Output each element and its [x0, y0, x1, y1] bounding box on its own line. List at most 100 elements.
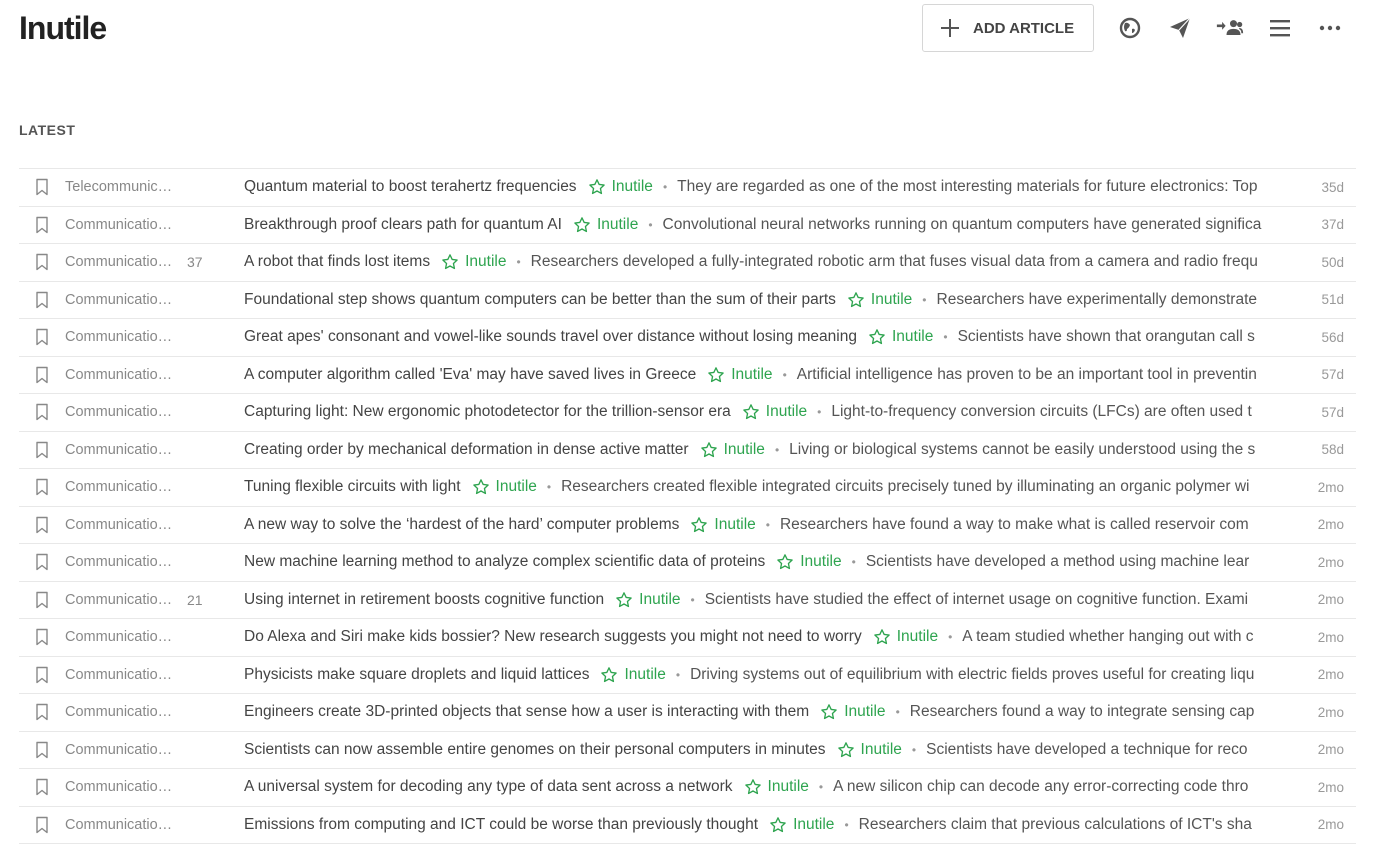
star-icon[interactable] — [769, 816, 787, 834]
bookmark-icon[interactable] — [35, 366, 49, 384]
bookmark-icon[interactable] — [35, 703, 49, 721]
article-row[interactable]: Communicatio… A computer algorithm called… — [19, 357, 1356, 394]
article-feed[interactable]: Inutile — [844, 703, 885, 721]
article-row[interactable]: Communicatio… A universal system for deco… — [19, 769, 1356, 807]
article-source[interactable]: Communicatio… — [65, 404, 180, 420]
article-source[interactable]: Communicatio… — [65, 592, 180, 608]
article-source[interactable]: Communicatio… — [65, 442, 180, 458]
bookmark-icon[interactable] — [35, 591, 49, 609]
article-source[interactable]: Communicatio… — [65, 554, 180, 570]
article-title[interactable]: New machine learning method to analyze c… — [244, 553, 765, 571]
article-row[interactable]: Communicatio… Capturing light: New ergono… — [19, 394, 1356, 432]
article-source[interactable]: Telecommunic… — [65, 179, 180, 195]
article-feed[interactable]: Inutile — [496, 478, 537, 496]
article-row[interactable]: Communicatio… Tuning flexible circuits wi… — [19, 469, 1356, 507]
star-icon[interactable] — [776, 553, 794, 571]
article-row[interactable]: Communicatio… A new way to solve the ‘har… — [19, 507, 1356, 544]
article-feed[interactable]: Inutile — [612, 178, 653, 196]
article-feed[interactable]: Inutile — [731, 366, 772, 384]
article-title[interactable]: Breakthrough proof clears path for quant… — [244, 216, 562, 234]
bookmark-icon[interactable] — [35, 403, 49, 421]
bookmark-icon[interactable] — [35, 516, 49, 534]
article-title[interactable]: Great apes' consonant and vowel-like sou… — [244, 328, 857, 346]
star-icon[interactable] — [472, 478, 490, 496]
star-icon[interactable] — [742, 403, 760, 421]
article-title[interactable]: Creating order by mechanical deformation… — [244, 441, 689, 459]
bookmark-icon[interactable] — [35, 291, 49, 309]
article-title[interactable]: A computer algorithm called 'Eva' may ha… — [244, 366, 696, 384]
article-feed[interactable]: Inutile — [871, 291, 912, 309]
article-row[interactable]: Communicatio… Engineers create 3D-printed… — [19, 694, 1356, 732]
article-content[interactable]: Quantum material to boost terahertz freq… — [244, 178, 1302, 196]
send-icon[interactable] — [1166, 14, 1194, 42]
article-row[interactable]: Communicatio… Foundational step shows qua… — [19, 282, 1356, 319]
bookmark-icon[interactable] — [35, 816, 49, 834]
menu-icon[interactable] — [1266, 14, 1294, 42]
star-icon[interactable] — [600, 666, 618, 684]
article-source[interactable]: Communicatio… — [65, 217, 180, 233]
article-title[interactable]: Foundational step shows quantum computer… — [244, 291, 836, 309]
article-feed[interactable]: Inutile — [639, 591, 680, 609]
article-feed[interactable]: Inutile — [714, 516, 755, 534]
star-icon[interactable] — [441, 253, 459, 271]
article-content[interactable]: Scientists can now assemble entire genom… — [244, 741, 1302, 759]
star-icon[interactable] — [837, 741, 855, 759]
article-title[interactable]: Capturing light: New ergonomic photodete… — [244, 403, 731, 421]
article-title[interactable]: A robot that finds lost items — [244, 253, 430, 271]
article-content[interactable]: Foundational step shows quantum computer… — [244, 291, 1302, 309]
star-icon[interactable] — [588, 178, 606, 196]
article-source[interactable]: Communicatio… — [65, 367, 180, 383]
article-title[interactable]: Using internet in retirement boosts cogn… — [244, 591, 604, 609]
star-icon[interactable] — [744, 778, 762, 796]
article-content[interactable]: Great apes' consonant and vowel-like sou… — [244, 328, 1302, 346]
article-feed[interactable]: Inutile — [892, 328, 933, 346]
article-content[interactable]: New machine learning method to analyze c… — [244, 553, 1302, 571]
bookmark-icon[interactable] — [35, 441, 49, 459]
article-feed[interactable]: Inutile — [768, 778, 809, 796]
article-source[interactable]: Communicatio… — [65, 704, 180, 720]
article-title[interactable]: Do Alexa and Siri make kids bossier? New… — [244, 628, 862, 646]
article-row[interactable]: Communicatio… Great apes' consonant and v… — [19, 319, 1356, 357]
article-title[interactable]: Quantum material to boost terahertz freq… — [244, 178, 577, 196]
star-icon[interactable] — [847, 291, 865, 309]
article-source[interactable]: Communicatio… — [65, 629, 180, 645]
article-content[interactable]: A robot that finds lost items Inutile • Res… — [244, 253, 1302, 271]
star-icon[interactable] — [615, 591, 633, 609]
article-feed[interactable]: Inutile — [793, 816, 834, 834]
article-feed[interactable]: Inutile — [724, 441, 765, 459]
article-content[interactable]: Using internet in retirement boosts cogn… — [244, 591, 1302, 609]
bookmark-icon[interactable] — [35, 741, 49, 759]
article-row[interactable]: Communicatio… Do Alexa and Siri make kids… — [19, 619, 1356, 657]
article-content[interactable]: Emissions from computing and ICT could b… — [244, 816, 1302, 834]
article-feed[interactable]: Inutile — [800, 553, 841, 571]
article-title[interactable]: A universal system for decoding any type… — [244, 778, 733, 796]
article-title[interactable]: Scientists can now assemble entire genom… — [244, 741, 826, 759]
article-feed[interactable]: Inutile — [766, 403, 807, 421]
article-source[interactable]: Communicatio… — [65, 779, 180, 795]
article-content[interactable]: Tuning flexible circuits with light Inuti… — [244, 478, 1302, 496]
star-icon[interactable] — [820, 703, 838, 721]
article-content[interactable]: Creating order by mechanical deformation… — [244, 441, 1302, 459]
bookmark-icon[interactable] — [35, 216, 49, 234]
article-title[interactable]: A new way to solve the ‘hardest of the h… — [244, 516, 679, 534]
article-title[interactable]: Engineers create 3D-printed objects that… — [244, 703, 809, 721]
bookmark-icon[interactable] — [35, 478, 49, 496]
article-title[interactable]: Tuning flexible circuits with light — [244, 478, 461, 496]
article-feed[interactable]: Inutile — [861, 741, 902, 759]
article-source[interactable]: Communicatio… — [65, 517, 180, 533]
article-content[interactable]: Engineers create 3D-printed objects that… — [244, 703, 1302, 721]
article-feed[interactable]: Inutile — [897, 628, 938, 646]
article-source[interactable]: Communicatio… — [65, 254, 180, 270]
article-feed[interactable]: Inutile — [624, 666, 665, 684]
article-source[interactable]: Communicatio… — [65, 667, 180, 683]
article-content[interactable]: Do Alexa and Siri make kids bossier? New… — [244, 628, 1302, 646]
article-row[interactable]: Communicatio… Breakthrough proof clears p… — [19, 207, 1356, 244]
article-title[interactable]: Emissions from computing and ICT could b… — [244, 816, 758, 834]
article-source[interactable]: Communicatio… — [65, 329, 180, 345]
article-row[interactable]: Telecommunic… Quantum material to boost t… — [19, 169, 1356, 207]
add-article-button[interactable]: ADD ARTICLE — [922, 4, 1094, 52]
globe-icon[interactable] — [1116, 14, 1144, 42]
star-icon[interactable] — [873, 628, 891, 646]
bookmark-icon[interactable] — [35, 553, 49, 571]
more-icon[interactable] — [1316, 14, 1344, 42]
